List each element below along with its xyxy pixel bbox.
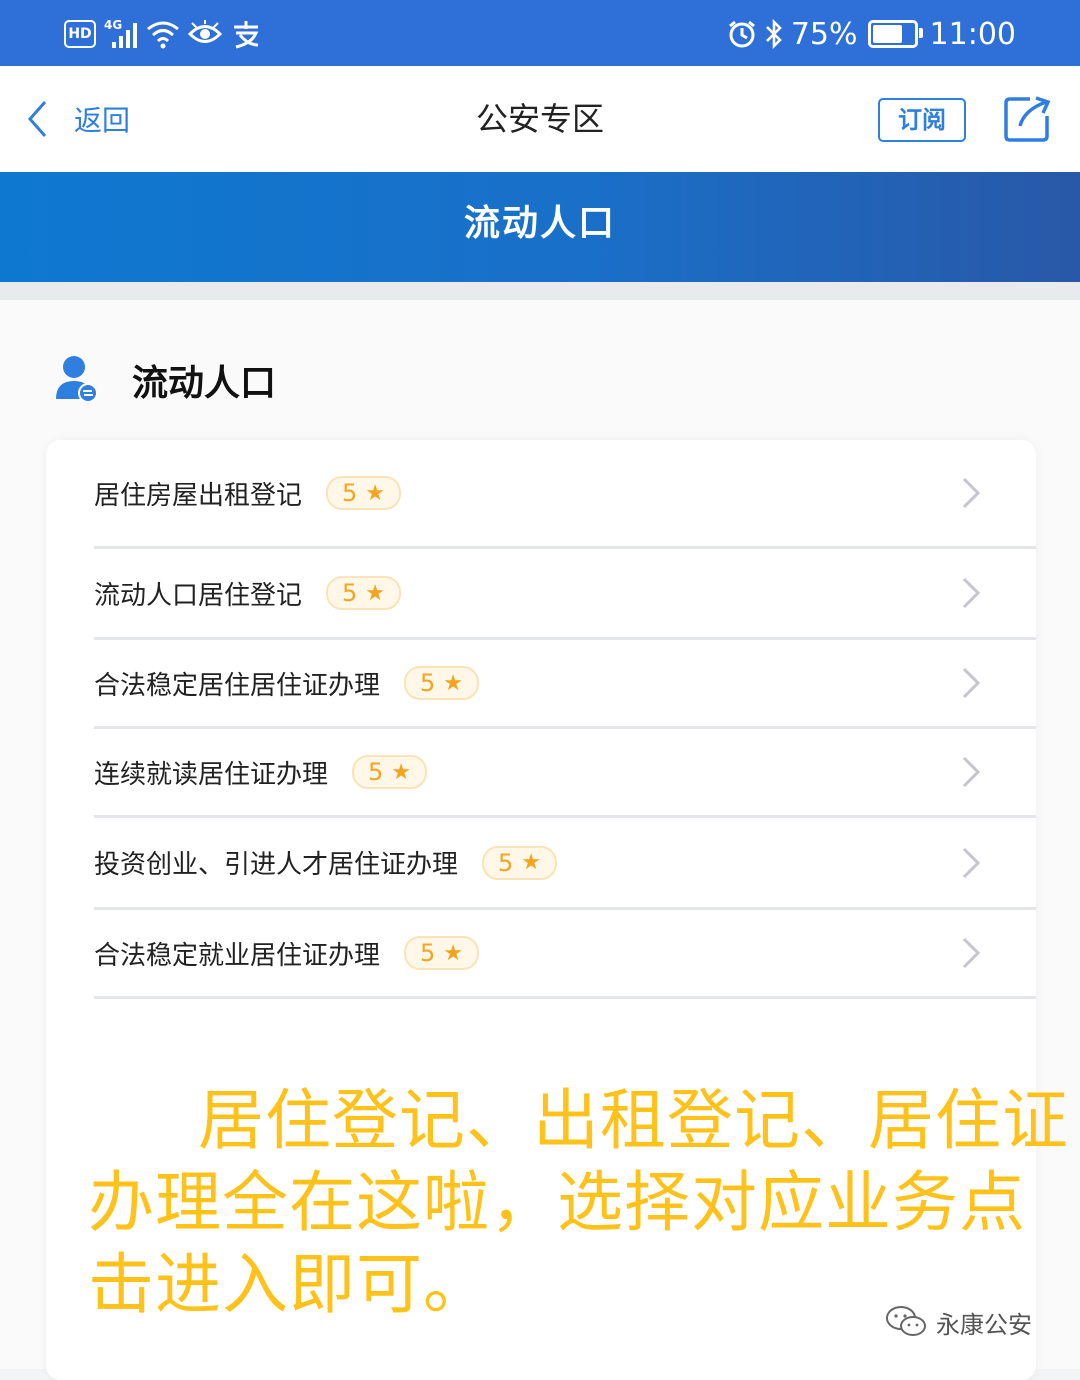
service-label: 投资创业、引进人才居住证办理 (94, 850, 459, 880)
star-icon: ★ (443, 940, 464, 966)
star-icon: ★ (365, 580, 386, 606)
back-button[interactable]: 返回 (26, 96, 130, 142)
rating-badge: 5 ★ (404, 936, 480, 970)
clock: 11:00 (929, 16, 1016, 52)
share-icon[interactable] (1002, 94, 1052, 144)
watermark: 永康公安 (884, 1300, 1032, 1344)
back-label: 返回 (74, 104, 131, 137)
caption-overlay: 居住登记、出租登记、居住证办理全在这啦，选择对应业务点击进入即可。 (88, 1082, 1069, 1323)
eye-icon (188, 20, 222, 43)
star-icon: ★ (443, 670, 464, 696)
chevron-right-icon (962, 937, 981, 969)
section-title: 流动人口 (132, 363, 277, 404)
rating-value: 5 (368, 758, 384, 786)
list-item[interactable]: 居住房屋出租登记 5 ★ (94, 440, 1036, 549)
rating-value: 5 (498, 848, 514, 877)
rating-value: 5 (420, 669, 436, 697)
status-left-icons: HD 4G (64, 14, 262, 54)
wechat-icon (886, 1306, 926, 1336)
banner: 流动人口 (0, 172, 1080, 282)
rating-badge: 5 ★ (326, 476, 402, 510)
status-bar: HD 4G 75% 11:00 (0, 0, 1080, 66)
chevron-left-icon (27, 101, 47, 137)
chevron-right-icon (962, 667, 981, 699)
list-item[interactable]: 合法稳定就业居住证办理 5 ★ (94, 910, 1036, 999)
rating-value: 5 (342, 579, 358, 607)
rating-badge: 5 ★ (482, 845, 558, 880)
list-item[interactable]: 合法稳定居住居住证办理 5 ★ (94, 640, 1036, 729)
rating-value: 5 (342, 479, 358, 507)
star-icon: ★ (365, 480, 386, 506)
rating-badge: 5 ★ (352, 755, 428, 789)
battery-icon (867, 20, 923, 48)
alarm-icon (728, 20, 755, 48)
battery-fill (872, 25, 902, 43)
service-label: 合法稳定居住居住证办理 (94, 670, 381, 701)
watermark-text: 永康公安 (936, 1310, 1032, 1339)
network-type: 4G (104, 18, 123, 32)
section-header: 流动人口 (54, 352, 276, 408)
rating-badge: 5 ★ (326, 576, 402, 610)
bluetooth-icon (765, 18, 782, 50)
list-item[interactable]: 连续就读居住证办理 5 ★ (94, 729, 1036, 818)
chevron-right-icon (962, 756, 981, 788)
wifi-icon (147, 21, 179, 49)
chevron-right-icon (962, 847, 981, 878)
battery-percent: 75% (790, 16, 858, 52)
signal-icon: 4G (104, 18, 138, 50)
list-item[interactable]: 投资创业、引进人才居住证办理 5 ★ (94, 818, 1036, 910)
chevron-right-icon (962, 577, 981, 609)
service-label: 连续就读居住证办理 (94, 759, 329, 790)
subscribe-button[interactable]: 订阅 (878, 98, 966, 142)
status-right-icons: 75% 11:00 (727, 12, 1016, 56)
rating-value: 5 (420, 939, 436, 967)
nav-bar: 公安专区 返回 订阅 (0, 66, 1080, 172)
service-label: 流动人口居住登记 (94, 580, 303, 611)
star-icon: ★ (391, 759, 412, 785)
service-label: 居住房屋出租登记 (94, 480, 303, 511)
list-item[interactable]: 流动人口居住登记 5 ★ (94, 549, 1036, 640)
chevron-right-icon (962, 477, 981, 509)
alipay-icon (234, 21, 259, 49)
user-icon (56, 356, 98, 403)
rating-badge: 5 ★ (404, 666, 480, 700)
hd-icon: HD (64, 20, 96, 48)
service-label: 合法稳定就业居住证办理 (94, 940, 381, 971)
star-icon: ★ (521, 850, 542, 875)
banner-divider (0, 282, 1080, 300)
